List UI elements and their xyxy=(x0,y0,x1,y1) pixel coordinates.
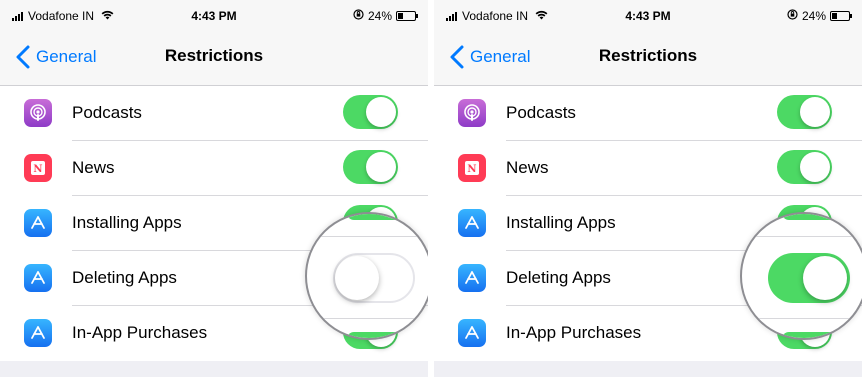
row-podcasts: Podcasts xyxy=(434,86,862,141)
news-toggle[interactable] xyxy=(343,150,398,184)
navigation-bar: General Restrictions xyxy=(0,30,428,86)
page-title: Restrictions xyxy=(164,46,264,65)
news-icon: N xyxy=(458,154,486,182)
app-store-icon xyxy=(458,209,486,237)
news-toggle[interactable] xyxy=(777,150,832,184)
row-news: N News xyxy=(0,141,428,196)
app-store-icon xyxy=(24,319,52,347)
podcasts-toggle[interactable] xyxy=(777,95,832,129)
row-label: In-App Purchases xyxy=(72,323,208,342)
app-store-icon xyxy=(24,264,52,292)
list-footer xyxy=(0,361,428,377)
svg-text:N: N xyxy=(33,164,42,175)
battery-icon xyxy=(830,11,852,21)
magnifier-callout xyxy=(740,212,862,340)
app-store-icon xyxy=(458,264,486,292)
battery-percent: 24% xyxy=(801,9,826,23)
svg-text:N: N xyxy=(467,164,476,175)
navigation-bar: General Restrictions xyxy=(434,30,862,86)
row-label: In-App Purchases xyxy=(506,323,642,342)
row-label: Podcasts xyxy=(506,103,576,122)
news-icon: N xyxy=(24,154,52,182)
row-label: Deleting Apps xyxy=(72,268,177,287)
podcasts-icon xyxy=(24,99,52,127)
magnified-deleting-apps-toggle xyxy=(333,253,415,303)
battery-icon xyxy=(396,11,418,21)
settings-screen-before: Vodafone IN 4:43 PM 24% General Restrict… xyxy=(0,0,428,377)
status-bar: Vodafone IN 4:43 PM 24% xyxy=(434,0,862,30)
podcasts-toggle[interactable] xyxy=(343,95,398,129)
app-store-icon xyxy=(458,319,486,347)
magnifier-callout xyxy=(305,212,428,340)
row-label: Installing Apps xyxy=(506,213,616,232)
row-label: Installing Apps xyxy=(72,213,182,232)
rotation-lock-icon xyxy=(787,9,798,23)
magnified-deleting-apps-toggle xyxy=(768,253,850,303)
battery-percent: 24% xyxy=(367,9,392,23)
row-news: N News xyxy=(434,141,862,196)
rotation-lock-icon xyxy=(353,9,364,23)
status-bar: Vodafone IN 4:43 PM 24% xyxy=(0,0,428,30)
podcasts-icon xyxy=(458,99,486,127)
row-label: News xyxy=(506,158,549,177)
app-store-icon xyxy=(24,209,52,237)
list-footer xyxy=(434,361,862,377)
settings-screen-after: Vodafone IN 4:43 PM 24% General Restrict… xyxy=(434,0,862,377)
row-podcasts: Podcasts xyxy=(0,86,428,141)
row-label: Podcasts xyxy=(72,103,142,122)
row-label: News xyxy=(72,158,115,177)
page-title: Restrictions xyxy=(598,46,698,65)
row-label: Deleting Apps xyxy=(506,268,611,287)
